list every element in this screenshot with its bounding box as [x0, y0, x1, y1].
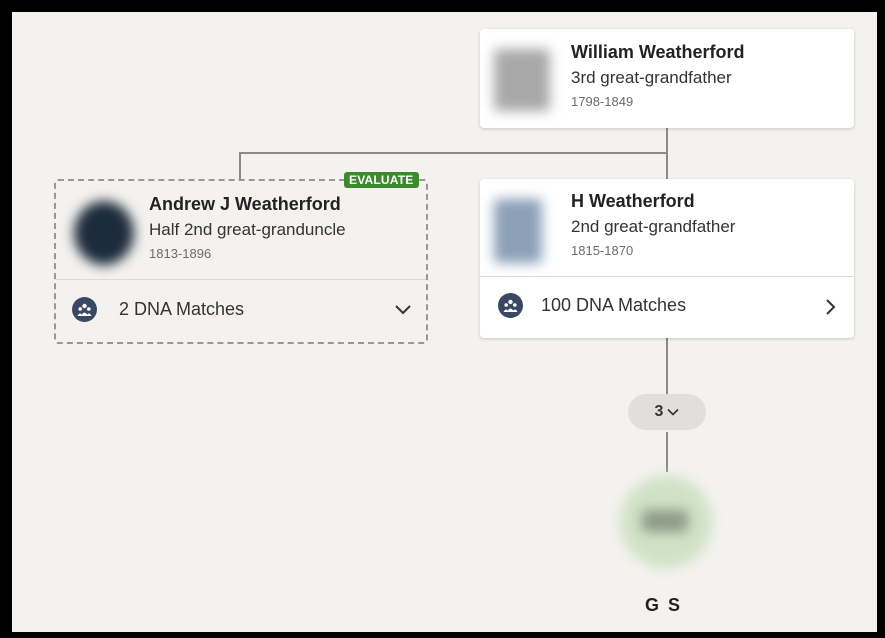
dna-matches-label: 2 DNA Matches — [119, 299, 245, 319]
person-card-h[interactable]: H Weatherford 2nd great-grandfather 1815… — [480, 179, 854, 338]
generations-count: 3 — [654, 403, 664, 420]
person-photo — [494, 49, 550, 111]
chevron-right-icon[interactable] — [825, 298, 837, 316]
person-relationship: Half 2nd great-granduncle — [149, 220, 346, 239]
evaluate-badge: EVALUATE — [344, 172, 419, 188]
connector-line — [239, 152, 241, 180]
person-dates: 1813-1896 — [149, 246, 212, 261]
avatar — [642, 510, 688, 532]
person-card-william[interactable]: William Weatherford 3rd great-grandfathe… — [480, 29, 854, 128]
person-relationship: 2nd great-grandfather — [571, 217, 736, 236]
person-card-andrew[interactable]: EVALUATE Andrew J Weatherford Half 2nd g… — [54, 172, 428, 344]
people-group-icon — [72, 297, 97, 322]
descendant-avatar[interactable] — [620, 476, 712, 568]
dna-matches-label: 100 DNA Matches — [541, 295, 687, 315]
people-group-icon — [498, 293, 523, 318]
person-photo — [494, 199, 542, 263]
person-dates: 1798-1849 — [571, 94, 634, 109]
person-name: Andrew J Weatherford — [149, 194, 341, 214]
person-name: William Weatherford — [571, 42, 745, 62]
connector-line — [239, 152, 668, 154]
person-name: H Weatherford — [571, 191, 695, 211]
person-photo — [74, 201, 134, 265]
chevron-down-icon[interactable] — [394, 304, 412, 316]
connector-line — [666, 338, 668, 398]
connector-line — [666, 128, 668, 180]
dna-matches-row[interactable]: 100 DNA Matches — [480, 277, 854, 337]
person-dates: 1815-1870 — [571, 243, 634, 258]
person-relationship: 3rd great-grandfather — [571, 68, 732, 87]
connector-line — [666, 432, 668, 472]
descendant-initials: G S — [645, 595, 683, 615]
family-tree-canvas: William Weatherford 3rd great-grandfathe… — [12, 12, 877, 632]
chevron-down-icon — [667, 408, 680, 416]
generations-expand-pill[interactable]: 3 — [628, 394, 706, 430]
dna-matches-row[interactable]: 2 DNA Matches — [56, 280, 426, 340]
